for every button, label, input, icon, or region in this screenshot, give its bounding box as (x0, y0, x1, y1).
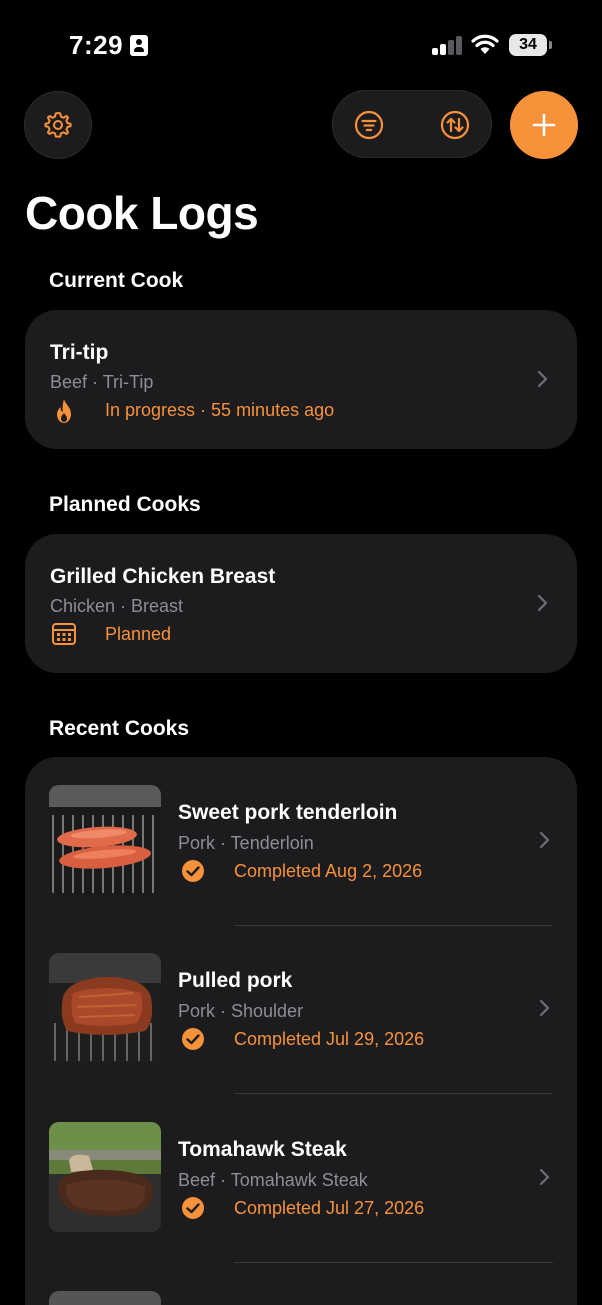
status-time: 7:29 (69, 30, 124, 60)
cook-photo (49, 953, 161, 1063)
current-cook-card[interactable]: Tri-tip Beef · Tri-Tip In progress · 55 … (25, 310, 577, 449)
cook-status: Completed Jul 27, 2026 (234, 1198, 425, 1218)
sort-button[interactable] (420, 91, 490, 159)
add-cook-button[interactable] (510, 91, 578, 159)
cook-title: Tri-tip (50, 341, 109, 364)
cook-subtitle: Beef · Tri-Tip (50, 372, 154, 392)
cook-title: Sweet pork tenderloin (178, 801, 398, 824)
cook-title: Tomahawk Steak (178, 1138, 347, 1161)
cook-status: In progress · 55 minutes ago (105, 400, 335, 420)
focus-person-icon (130, 35, 148, 56)
row-divider (234, 1262, 553, 1263)
chevron-right-icon (537, 594, 548, 612)
filter-button[interactable] (334, 91, 404, 159)
cook-subtitle: Beef · Tomahawk Steak (178, 1170, 368, 1190)
wifi-icon (471, 34, 499, 54)
chevron-right-icon (539, 1168, 550, 1186)
plus-icon (532, 113, 556, 137)
cook-title: Grilled Chicken Breast (50, 565, 276, 588)
cook-photo (49, 1122, 161, 1232)
cook-photo (49, 1291, 161, 1305)
list-item[interactable]: Tomahawk Steak Beef · Tomahawk Steak Com… (25, 1094, 577, 1262)
list-item[interactable]: Pulled pork Pork · Shoulder Completed Ju… (25, 925, 577, 1093)
page-title: Cook Logs (25, 187, 259, 239)
planned-cook-card[interactable]: Grilled Chicken Breast Chicken · Breast … (25, 534, 577, 673)
cook-title: Pulled pork (178, 969, 293, 992)
checkmark-circle-icon (182, 860, 204, 882)
flame-icon (57, 399, 71, 423)
cook-subtitle: Pork · Tenderloin (178, 833, 314, 853)
cook-subtitle: Chicken · Breast (50, 596, 184, 616)
filter-icon (354, 110, 384, 140)
cook-subtitle: Pork · Shoulder (178, 1001, 304, 1021)
section-planned-cooks: Planned Cooks (49, 493, 201, 516)
section-recent-cooks: Recent Cooks (49, 717, 190, 740)
cook-status: Completed Jul 29, 2026 (234, 1029, 425, 1049)
cook-status: Completed Aug 2, 2026 (234, 861, 423, 881)
cook-photo (49, 785, 161, 895)
list-item[interactable]: Sweet pork tenderloin Pork · Tenderloin … (25, 757, 577, 925)
gear-icon (44, 112, 72, 138)
sort-icon (440, 110, 470, 140)
battery-indicator: 34 (509, 34, 547, 56)
battery-tip (549, 41, 552, 49)
status-bar: 7:29 34 (0, 0, 602, 90)
chevron-right-icon (539, 999, 550, 1017)
checkmark-circle-icon (182, 1197, 204, 1219)
filter-sort-group (332, 90, 492, 158)
settings-button[interactable] (24, 91, 92, 159)
chevron-right-icon (537, 370, 548, 388)
section-current-cook: Current Cook (49, 269, 184, 292)
chevron-right-icon (539, 831, 550, 849)
recent-cooks-list: Sweet pork tenderloin Pork · Tenderloin … (25, 757, 577, 1305)
cellular-signal-icon (432, 35, 464, 55)
calendar-icon (52, 623, 76, 645)
checkmark-circle-icon (182, 1028, 204, 1050)
cook-status: Planned (105, 624, 172, 644)
